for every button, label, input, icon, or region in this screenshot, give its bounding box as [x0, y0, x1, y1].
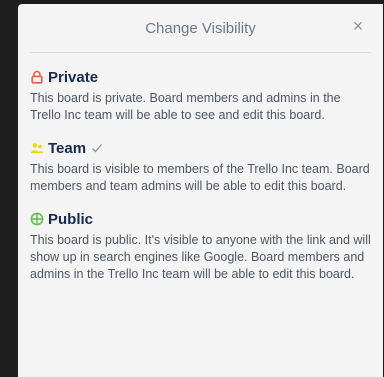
visibility-option-private[interactable]: Private This board is private. Board mem… — [30, 67, 371, 124]
visibility-options: Private This board is private. Board mem… — [18, 53, 383, 283]
option-header: Team — [30, 138, 371, 158]
option-description: This board is public. It's visible to an… — [30, 233, 371, 281]
option-name: Team — [48, 139, 87, 157]
option-description: This board is visible to members of the … — [30, 162, 370, 193]
close-icon[interactable]: × — [349, 17, 367, 35]
popover-title: Change Visibility — [145, 19, 256, 37]
lock-icon — [30, 70, 44, 84]
option-header: Public — [30, 209, 371, 229]
option-description: This board is private. Board members and… — [30, 91, 341, 122]
option-header: Private — [30, 67, 371, 87]
visibility-option-team[interactable]: Team This board is visible to members of… — [30, 138, 371, 195]
option-name: Private — [48, 68, 99, 86]
team-icon — [30, 141, 44, 155]
check-icon — [91, 142, 103, 154]
background-left — [0, 0, 18, 377]
popover-header: Change Visibility × — [30, 4, 371, 53]
visibility-option-public[interactable]: Public This board is public. It's visibl… — [30, 209, 371, 283]
globe-icon — [30, 212, 44, 226]
option-name: Public — [48, 210, 94, 228]
change-visibility-popover: Change Visibility × Private This board i… — [18, 4, 383, 377]
